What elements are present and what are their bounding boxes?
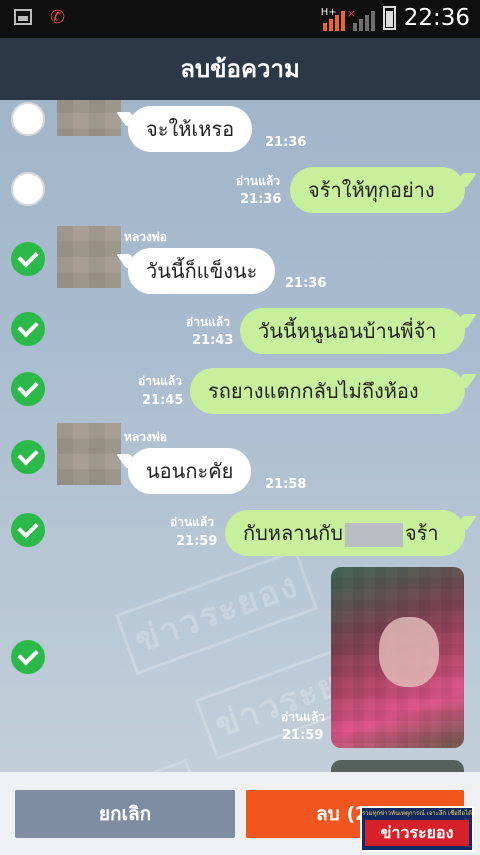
message-bubble[interactable]: นอนกะคัย [128, 448, 252, 494]
avatar [57, 423, 121, 485]
message-time: 21:59 [282, 728, 324, 743]
avatar [57, 100, 121, 136]
photo-message-next[interactable] [331, 760, 464, 772]
blurred-face [379, 617, 439, 687]
select-checkbox-checked[interactable] [11, 312, 45, 346]
status-bar: ✆ H+ × 22:36 [0, 0, 480, 38]
message-text: กับหลานกับ [243, 521, 343, 545]
photo-message[interactable] [331, 567, 464, 748]
network-type: H+ [320, 7, 337, 18]
read-receipt: อ่านแล้ว [138, 374, 182, 388]
message-time: 21:36 [265, 135, 307, 150]
message-time: 21:36 [285, 276, 327, 291]
message-bubble[interactable]: รถยางแตกกลับไม่ถึงห้อง [190, 368, 465, 414]
logo-text: ข่าวระยอง [365, 820, 469, 846]
news-logo: รวมทุกข่าวทันเหตุการณ์ เจาะลึก เชื่อถือไ… [360, 806, 474, 852]
message-bubble[interactable]: กับหลานกับ จร้า [225, 510, 465, 556]
message-time: 21:43 [192, 333, 234, 348]
cancel-button[interactable]: ยกเลิก [15, 790, 235, 838]
page-title: ลบข้อความ [0, 38, 480, 100]
message-time: 21:36 [240, 192, 282, 207]
select-checkbox-checked[interactable] [11, 242, 45, 276]
censored-name [344, 522, 403, 547]
select-checkbox-checked[interactable] [11, 440, 45, 474]
message-text: จร้า [404, 521, 439, 545]
sender-name: หลวงพ่อ [124, 430, 167, 444]
select-checkbox-checked[interactable] [11, 513, 45, 547]
image-notification-icon [14, 9, 32, 25]
read-receipt: อ่านแล้ว [236, 174, 280, 188]
no-signal-mark: × [346, 7, 356, 20]
select-checkbox[interactable] [11, 102, 45, 136]
watermark: ข่าวระยอง [4, 758, 209, 772]
clock: 22:36 [403, 5, 470, 31]
signal-2-icon: × [347, 7, 375, 31]
message-bubble[interactable]: จร้าให้ทุกอย่าง [290, 167, 465, 213]
message-time: 21:45 [142, 393, 184, 408]
read-receipt: อ่านแล้ว [170, 515, 214, 529]
message-time: 21:58 [265, 477, 307, 492]
battery-icon [382, 6, 396, 30]
missed-call-icon: ✆ [50, 7, 66, 28]
message-time: 21:59 [176, 534, 218, 549]
select-checkbox[interactable] [11, 172, 45, 206]
sender-name: หลวงพ่อ [124, 230, 167, 244]
logo-tagline: รวมทุกข่าวทันเหตุการณ์ เจาะลึก เชื่อถือไ… [362, 810, 472, 817]
chat-area[interactable]: ข่าวระยอง ข่าวระยอง ข่าวระยอง จะให้เหรอ … [0, 100, 480, 772]
select-checkbox-checked[interactable] [11, 640, 45, 674]
message-bubble[interactable]: วันนี้ก็แข็งนะ [128, 248, 276, 294]
signal-icon: H+ [320, 7, 345, 31]
avatar [57, 226, 121, 288]
select-checkbox-checked[interactable] [11, 372, 45, 406]
message-bubble[interactable]: จะให้เหรอ [128, 106, 253, 152]
message-bubble[interactable]: วันนี้หนูนอนบ้านพี่จ้า [240, 308, 465, 354]
read-receipt: อ่านแล้ว [186, 315, 230, 329]
read-receipt: อ่านแล้ว [281, 710, 325, 724]
watermark: ข่าวระยอง [114, 548, 319, 676]
